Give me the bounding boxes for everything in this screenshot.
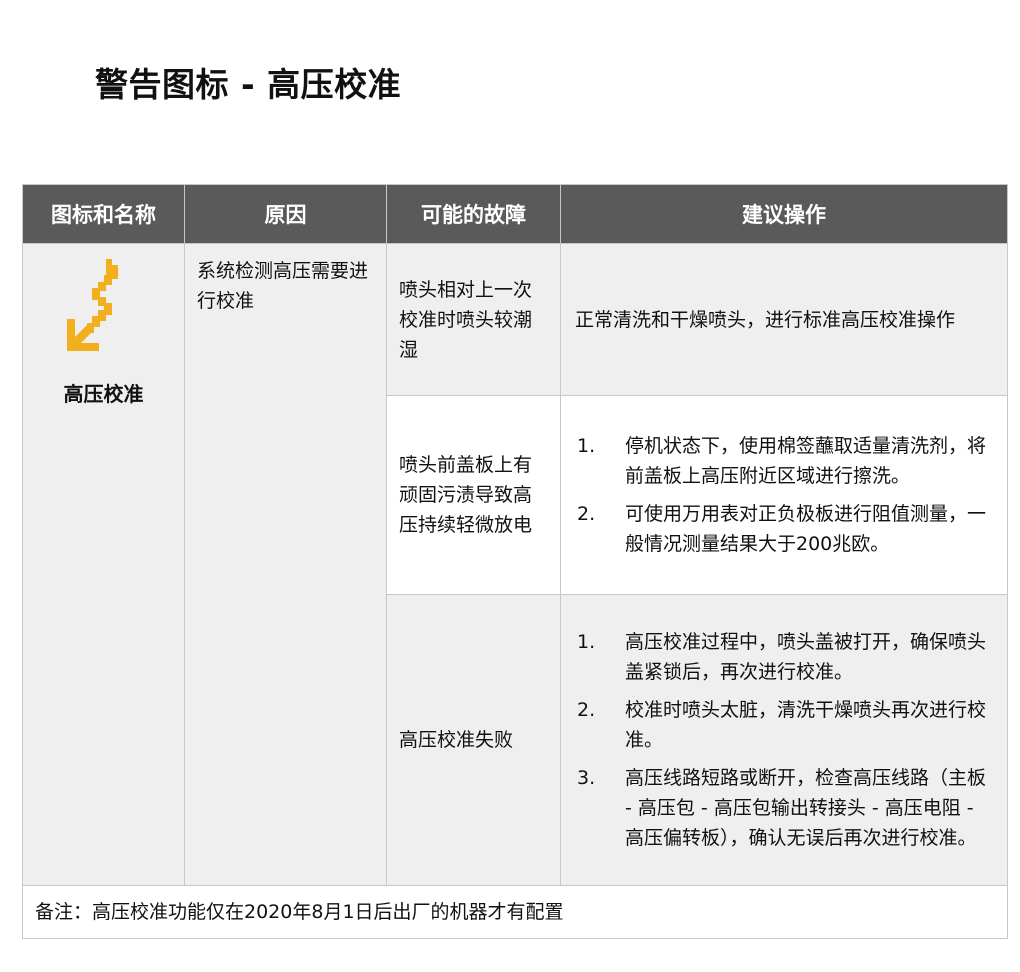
- note-text: 备注：高压校准功能仅在2020年8月1日后出厂的机器才有配置: [22, 885, 1008, 939]
- step-number: 1.: [577, 435, 596, 457]
- step-number: 2.: [577, 503, 596, 525]
- list-item: 1. 停机状态下，使用棉签蘸取适量清洗剂，将前盖板上高压附近区域进行擦洗。: [575, 431, 993, 491]
- list-item: 2. 校准时喷头太脏，清洗干燥喷头再次进行校准。: [575, 695, 993, 755]
- header-fault: 可能的故障: [386, 184, 561, 244]
- table-header-row: 图标和名称 原因 可能的故障 建议操作: [22, 184, 1008, 244]
- step-text: 高压校准过程中，喷头盖被打开，确保喷头盖紧锁后，再次进行校准。: [625, 631, 987, 683]
- action-cell: 1. 高压校准过程中，喷头盖被打开，确保喷头盖紧锁后，再次进行校准。 2. 校准…: [560, 594, 1008, 886]
- fault-cell: 喷头前盖板上有顽固污渍导致高压持续轻微放电: [386, 395, 561, 595]
- header-action: 建议操作: [560, 184, 1008, 244]
- page-title: 警告图标 - 高压校准: [95, 65, 402, 104]
- header-icon-name: 图标和名称: [22, 184, 185, 244]
- fault-cell: 高压校准失败: [386, 594, 561, 886]
- list-item: 3. 高压线路短路或断开，检查高压线路（主板 - 高压包 - 高压包输出转接头 …: [575, 763, 993, 853]
- step-text: 停机状态下，使用棉签蘸取适量清洗剂，将前盖板上高压附近区域进行擦洗。: [625, 435, 987, 487]
- step-list: 1. 高压校准过程中，喷头盖被打开，确保喷头盖紧锁后，再次进行校准。 2. 校准…: [575, 627, 993, 853]
- fault-cell: 喷头相对上一次校准时喷头较潮湿: [386, 243, 561, 396]
- step-number: 1.: [577, 631, 596, 653]
- step-text: 校准时喷头太脏，清洗干燥喷头再次进行校准。: [625, 699, 987, 751]
- icon-name-label: 高压校准: [63, 382, 144, 406]
- list-item: 1. 高压校准过程中，喷头盖被打开，确保喷头盖紧锁后，再次进行校准。: [575, 627, 993, 687]
- step-number: 3.: [577, 767, 596, 789]
- step-list: 1. 停机状态下，使用棉签蘸取适量清洗剂，将前盖板上高压附近区域进行擦洗。 2.…: [575, 431, 993, 559]
- header-cause: 原因: [184, 184, 387, 244]
- high-voltage-warning-icon: [66, 259, 118, 351]
- cause-cell: 系统检测高压需要进行校准: [184, 243, 387, 886]
- icon-name-cell: 高压校准: [22, 243, 185, 886]
- step-number: 2.: [577, 699, 596, 721]
- table-row: 高压校准 系统检测高压需要进行校准 喷头相对上一次校准时喷头较潮湿 正常清洗和干…: [22, 243, 1008, 886]
- warning-table: 图标和名称 原因 可能的故障 建议操作 高压校准 系统检测高压需要进行校准 喷头…: [22, 184, 1008, 939]
- step-text: 高压线路短路或断开，检查高压线路（主板 - 高压包 - 高压包输出转接头 - 高…: [625, 767, 987, 849]
- action-cell: 正常清洗和干燥喷头，进行标准高压校准操作: [560, 243, 1008, 396]
- action-cell: 1. 停机状态下，使用棉签蘸取适量清洗剂，将前盖板上高压附近区域进行擦洗。 2.…: [560, 395, 1008, 595]
- list-item: 2. 可使用万用表对正负极板进行阻值测量，一般情况测量结果大于200兆欧。: [575, 499, 993, 559]
- note-row: 备注：高压校准功能仅在2020年8月1日后出厂的机器才有配置: [22, 885, 1008, 939]
- step-text: 可使用万用表对正负极板进行阻值测量，一般情况测量结果大于200兆欧。: [625, 503, 987, 555]
